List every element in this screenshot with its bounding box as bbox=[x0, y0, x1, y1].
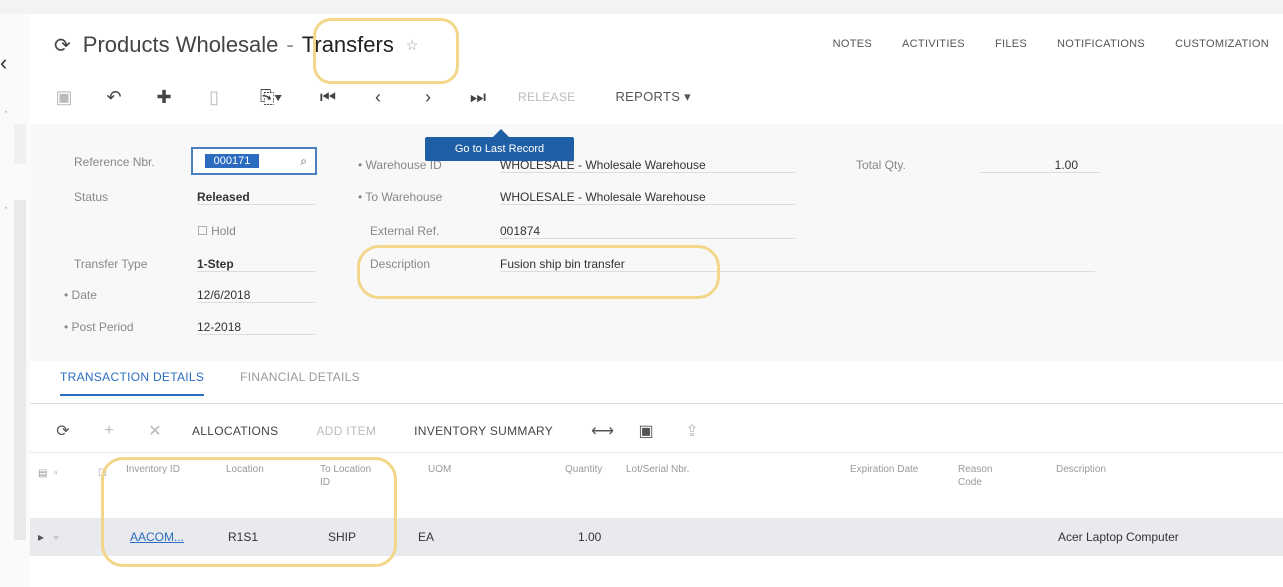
transfer-type-value[interactable]: 1-Step bbox=[197, 257, 315, 272]
highlight-grid bbox=[101, 457, 397, 567]
copy-paste-icon[interactable]: ⎘▾ bbox=[254, 87, 288, 108]
rail-scrollbar[interactable] bbox=[14, 200, 26, 540]
next-record-icon[interactable]: › bbox=[418, 87, 438, 108]
notifications-link[interactable]: NOTIFICATIONS bbox=[1057, 38, 1145, 50]
first-record-icon[interactable]: ⏮ bbox=[318, 87, 338, 108]
transfer-type-label: Transfer Type bbox=[74, 257, 148, 271]
dot-icon: · bbox=[4, 104, 8, 118]
column-description[interactable]: Description bbox=[1056, 463, 1106, 476]
row-expand-icon[interactable]: ▸ bbox=[38, 530, 44, 544]
add-row-icon[interactable]: + bbox=[100, 422, 118, 440]
column-quantity[interactable]: Quantity bbox=[565, 463, 602, 476]
search-icon[interactable]: ⌕ bbox=[300, 154, 307, 169]
customization-link[interactable]: CUSTOMIZATION bbox=[1175, 38, 1269, 50]
tab-financial-details[interactable]: FINANCIAL DETAILS bbox=[240, 370, 360, 396]
collapse-arrow-icon[interactable]: ‹ bbox=[0, 50, 7, 76]
previous-record-icon[interactable]: ‹ bbox=[368, 87, 388, 108]
module-title: Products Wholesale bbox=[82, 32, 279, 57]
upload-icon[interactable]: ⇪ bbox=[683, 421, 701, 441]
add-item-button[interactable]: ADD ITEM bbox=[316, 424, 376, 438]
tab-divider bbox=[30, 403, 1283, 404]
reference-input[interactable]: 000171 ⌕ bbox=[191, 147, 317, 175]
external-ref-value[interactable]: 001874 bbox=[500, 224, 795, 239]
export-excel-icon[interactable]: ▣ bbox=[637, 421, 655, 441]
cell-uom[interactable]: EA bbox=[418, 530, 434, 544]
last-record-icon[interactable]: ⏭ bbox=[468, 87, 488, 108]
tab-bar: TRANSACTION DETAILS FINANCIAL DETAILS bbox=[60, 370, 360, 396]
reference-value[interactable]: 000171 bbox=[205, 154, 259, 168]
total-qty-value: 1.00 bbox=[980, 158, 1100, 173]
to-warehouse-label: • To Warehouse bbox=[358, 190, 443, 204]
status-label: Status bbox=[74, 190, 109, 204]
dot-icon: · bbox=[4, 200, 8, 214]
date-label: • Date bbox=[64, 288, 97, 302]
save-icon[interactable]: ▣ bbox=[54, 87, 74, 108]
rail-segment bbox=[14, 124, 26, 164]
refresh-icon[interactable]: ⟳ bbox=[54, 421, 72, 441]
files-link[interactable]: FILES bbox=[995, 38, 1027, 50]
highlight-description bbox=[357, 245, 720, 299]
release-button[interactable]: RELEASE bbox=[518, 90, 575, 104]
allocations-button[interactable]: ALLOCATIONS bbox=[192, 424, 278, 438]
grid-toolbar: ⟳ + ✕ ALLOCATIONS ADD ITEM INVENTORY SUM… bbox=[54, 420, 729, 442]
refresh-icon[interactable]: ⟳ bbox=[54, 33, 71, 58]
title-separator: - bbox=[286, 32, 294, 57]
external-ref-label: External Ref. bbox=[370, 224, 440, 238]
left-rail: ‹ · · bbox=[0, 14, 30, 587]
add-icon[interactable]: ✚ bbox=[154, 87, 174, 108]
undo-icon[interactable]: ↶ bbox=[104, 87, 124, 108]
cell-description[interactable]: Acer Laptop Computer bbox=[1058, 530, 1179, 544]
tab-transaction-details[interactable]: TRANSACTION DETAILS bbox=[60, 370, 205, 396]
highlight-title bbox=[313, 18, 459, 84]
column-uom[interactable]: UOM bbox=[428, 463, 451, 476]
reference-label: Reference Nbr. bbox=[74, 155, 155, 169]
hold-label: Hold bbox=[211, 224, 236, 238]
to-warehouse-value[interactable]: WHOLESALE - Wholesale Warehouse bbox=[500, 190, 795, 205]
top-links: NOTES ACTIVITIES FILES NOTIFICATIONS CUS… bbox=[833, 38, 1269, 50]
status-value: Released bbox=[197, 190, 315, 205]
main-toolbar: ▣ ↶ ✚ ▯ ⎘▾ ⏮ ‹ › ⏭ RELEASE REPORTS ▾ bbox=[54, 84, 691, 110]
post-period-label: • Post Period bbox=[64, 320, 134, 334]
tooltip-last-record: Go to Last Record bbox=[425, 129, 574, 161]
fit-columns-icon[interactable]: ⟷ bbox=[591, 421, 614, 441]
reports-menu[interactable]: REPORTS ▾ bbox=[615, 89, 690, 105]
hold-checkbox[interactable]: ☐ Hold bbox=[197, 224, 236, 238]
column-lot-serial[interactable]: Lot/Serial Nbr. bbox=[626, 463, 689, 476]
total-qty-label: Total Qty. bbox=[856, 158, 906, 172]
notes-column-icon[interactable]: ▫ bbox=[54, 467, 58, 480]
row-notes-icon[interactable]: ▫ bbox=[54, 530, 58, 544]
column-expiration-date[interactable]: Expiration Date bbox=[850, 463, 920, 476]
top-strip bbox=[0, 0, 1283, 14]
cell-quantity[interactable]: 1.00 bbox=[578, 530, 601, 544]
files-column-icon[interactable]: ▤ bbox=[38, 467, 47, 480]
delete-icon[interactable]: ▯ bbox=[204, 87, 224, 108]
column-reason-code[interactable]: Reason Code bbox=[958, 463, 1008, 489]
activities-link[interactable]: ACTIVITIES bbox=[902, 38, 965, 50]
inventory-summary-button[interactable]: INVENTORY SUMMARY bbox=[414, 424, 553, 438]
delete-row-icon[interactable]: ✕ bbox=[146, 421, 164, 441]
post-period-value[interactable]: 12-2018 bbox=[197, 320, 315, 335]
notes-link[interactable]: NOTES bbox=[833, 38, 872, 50]
date-value[interactable]: 12/6/2018 bbox=[197, 288, 315, 303]
